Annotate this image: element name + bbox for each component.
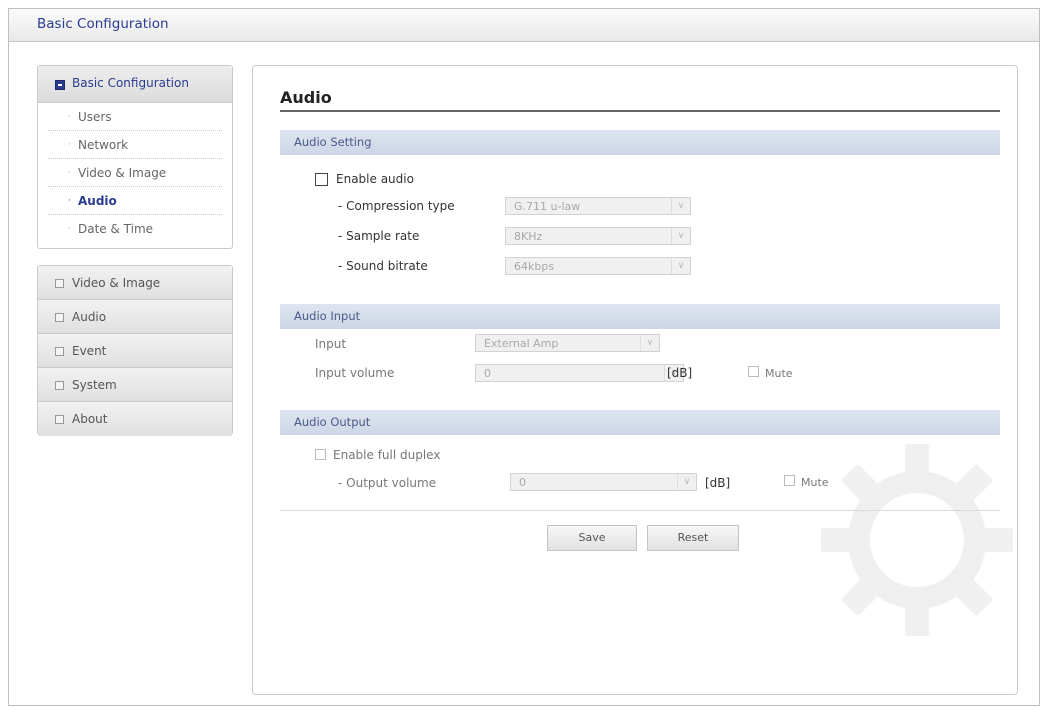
- reset-button[interactable]: Reset: [647, 525, 739, 551]
- bullet-icon: ·: [68, 140, 71, 150]
- expand-icon: [55, 381, 64, 390]
- collapse-icon: [55, 80, 65, 90]
- section-header: Audio Output: [294, 415, 371, 429]
- sample-rate-value: 8KHz: [514, 230, 543, 243]
- sidebar-item-label: Date & Time: [78, 222, 154, 236]
- input-volume-label: Input volume: [315, 366, 395, 380]
- expand-icon: [55, 347, 64, 356]
- sidebar-item-date-time[interactable]: · Date & Time: [48, 215, 222, 242]
- title-divider: [280, 110, 1000, 112]
- expand-icon: [55, 279, 64, 288]
- output-mute-label: Mute: [801, 476, 829, 489]
- sidebar-item-video-image[interactable]: · Video & Image: [48, 159, 222, 187]
- sidebar-item-audio[interactable]: · Audio: [48, 187, 222, 215]
- section-header: Audio Setting: [294, 135, 372, 149]
- input-volume-select[interactable]: 0 ∨: [475, 364, 684, 382]
- form-divider: [280, 510, 1000, 511]
- input-mute-checkbox[interactable]: [748, 366, 759, 377]
- expand-icon: [55, 313, 64, 322]
- main-panel: Audio Audio Setting Enable audio - Compr…: [252, 65, 1018, 695]
- page-title: Audio: [280, 88, 332, 107]
- sidebar-group-system[interactable]: System: [38, 368, 232, 402]
- sidebar-group-label: Audio: [72, 310, 107, 324]
- section-audio-setting: Audio Setting: [280, 130, 1000, 155]
- sidebar-basic-header[interactable]: Basic Configuration: [38, 66, 232, 103]
- sidebar-item-network[interactable]: · Network: [48, 131, 222, 159]
- input-label: Input: [315, 337, 347, 351]
- compression-type-value: G.711 u-law: [514, 200, 581, 213]
- sound-bitrate-select[interactable]: 64kbps ∨: [505, 257, 691, 275]
- bullet-icon: ·: [68, 112, 71, 122]
- enable-full-duplex-label: Enable full duplex: [333, 448, 441, 462]
- sidebar-basic-configuration: Basic Configuration · Users · Network · …: [37, 65, 233, 249]
- input-select[interactable]: External Amp ∨: [475, 334, 660, 352]
- sidebar-group-video-image[interactable]: Video & Image: [38, 266, 232, 300]
- save-button[interactable]: Save: [547, 525, 637, 551]
- chevron-down-icon: ∨: [677, 474, 696, 490]
- chevron-down-icon: ∨: [640, 335, 659, 351]
- bullet-icon: ·: [68, 224, 71, 234]
- sidebar-group-label: Event: [72, 344, 107, 358]
- enable-audio-label: Enable audio: [336, 172, 414, 186]
- app-title: Basic Configuration: [37, 16, 169, 32]
- input-mute-label: Mute: [765, 367, 793, 380]
- sidebar-group-audio[interactable]: Audio: [38, 300, 232, 334]
- output-volume-unit: [dB]: [705, 476, 731, 490]
- title-bar: Basic Configuration: [9, 9, 1039, 42]
- input-volume-unit: [dB]: [667, 366, 693, 380]
- sidebar-group-event[interactable]: Event: [38, 334, 232, 368]
- enable-audio-checkbox[interactable]: [315, 173, 328, 186]
- sidebar-groups: Video & Image Audio Event System About: [37, 265, 233, 436]
- enable-full-duplex-checkbox[interactable]: [315, 449, 326, 460]
- gear-icon: [821, 444, 1013, 636]
- sidebar-item-users[interactable]: · Users: [48, 103, 222, 131]
- sidebar-item-label: Network: [78, 138, 129, 152]
- sidebar-item-label: Users: [78, 110, 112, 124]
- sidebar-group-label: Video & Image: [72, 276, 161, 290]
- section-audio-output: Audio Output: [280, 410, 1000, 435]
- output-volume-value: 0: [519, 476, 526, 489]
- section-header: Audio Input: [294, 309, 361, 323]
- compression-type-select[interactable]: G.711 u-law ∨: [505, 197, 691, 215]
- chevron-down-icon: ∨: [671, 228, 690, 244]
- section-audio-input: Audio Input: [280, 304, 1000, 329]
- expand-icon: [55, 415, 64, 424]
- output-volume-label: - Output volume: [338, 476, 437, 490]
- sound-bitrate-value: 64kbps: [514, 260, 555, 273]
- chevron-down-icon: ∨: [671, 198, 690, 214]
- output-volume-select[interactable]: 0 ∨: [510, 473, 697, 491]
- compression-type-label: - Compression type: [338, 199, 455, 213]
- sidebar-group-label: About: [72, 412, 108, 426]
- sound-bitrate-label: - Sound bitrate: [338, 259, 428, 273]
- app-frame: Basic Configuration Basic Configuration …: [8, 8, 1040, 706]
- input-volume-value: 0: [484, 367, 491, 380]
- sample-rate-select[interactable]: 8KHz ∨: [505, 227, 691, 245]
- chevron-down-icon: ∨: [671, 258, 690, 274]
- sidebar-basic-label: Basic Configuration: [72, 76, 189, 90]
- sample-rate-label: - Sample rate: [338, 229, 420, 243]
- output-mute-checkbox[interactable]: [784, 475, 795, 486]
- bullet-icon: ·: [68, 196, 71, 206]
- sidebar-item-label: Audio: [78, 194, 117, 208]
- sidebar-group-label: System: [72, 378, 117, 392]
- sidebar-item-label: Video & Image: [78, 166, 167, 180]
- sidebar-group-about[interactable]: About: [38, 402, 232, 436]
- bullet-icon: ·: [68, 168, 71, 178]
- input-value: External Amp: [484, 337, 559, 350]
